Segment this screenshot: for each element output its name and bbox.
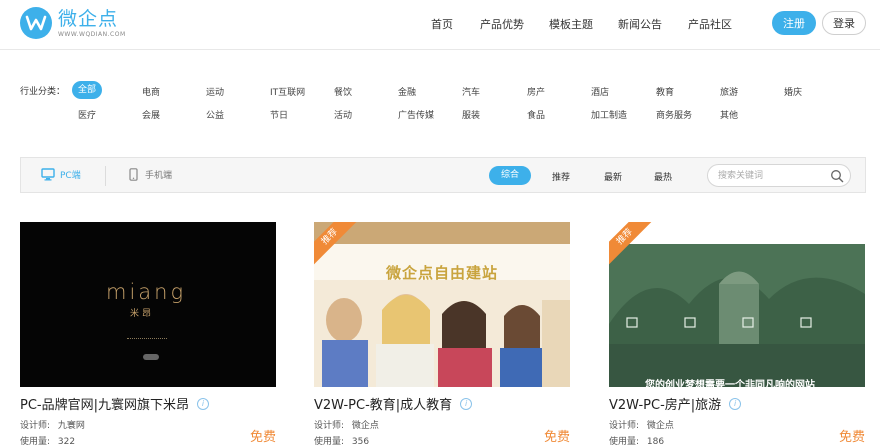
info-icon[interactable]: i xyxy=(197,397,209,410)
industry-tag[interactable]: 加工制造 xyxy=(591,108,627,121)
industry-tag[interactable]: 其他 xyxy=(720,108,738,121)
search-input[interactable] xyxy=(718,168,828,183)
industry-tag[interactable]: 商务服务 xyxy=(656,108,692,121)
sort-composite[interactable]: 综合 xyxy=(489,166,532,185)
industry-tag[interactable]: 公益 xyxy=(206,108,224,121)
usage-label: 使用量: xyxy=(20,437,51,447)
template-thumbnail[interactable]: miang 米昂 xyxy=(20,222,276,387)
template-thumbnail[interactable]: 微企点自由建站 推荐 xyxy=(314,222,570,387)
thumb-dot-line xyxy=(127,338,167,340)
register-button[interactable]: 注册 xyxy=(772,11,816,35)
device-tab-pc[interactable]: PC端 xyxy=(41,168,81,181)
thumb-headline: 您的创业梦想需要一个非同凡响的网站 xyxy=(645,380,815,387)
login-button[interactable]: 登录 xyxy=(822,11,866,35)
usage-count: 186 xyxy=(646,437,665,447)
industry-tag[interactable]: 活动 xyxy=(334,108,352,121)
designer-line: 设计师: 微企点 xyxy=(609,418,674,431)
monitor-icon xyxy=(41,168,55,181)
industry-tag[interactable]: 电商 xyxy=(142,85,160,98)
filter-bar: PC端 手机端 综合 推荐 最新 最热 xyxy=(20,157,866,193)
template-thumbnail[interactable]: 您的创业梦想需要一个非同凡响的网站 推荐 xyxy=(609,222,865,387)
designer-line: 设计师: 九寰网 xyxy=(20,418,85,431)
phone-icon xyxy=(129,168,138,181)
price-free: 免费 xyxy=(838,430,865,445)
industry-tag[interactable]: IT互联网 xyxy=(270,85,305,98)
industry-tag[interactable]: 房产 xyxy=(527,85,545,98)
sort-hottest[interactable]: 最热 xyxy=(654,170,672,183)
industry-tag[interactable]: 教育 xyxy=(656,85,674,98)
template-title[interactable]: PC-品牌官网|九寰网旗下米昂 xyxy=(20,394,189,413)
brand-logo[interactable]: 微企点 WWW.WQDIAN.COM xyxy=(20,7,126,39)
search-box xyxy=(707,164,851,187)
industry-tag[interactable]: 医疗 xyxy=(78,108,96,121)
industry-tag[interactable]: 金融 xyxy=(398,85,416,98)
nav-news[interactable]: 新闻公告 xyxy=(618,16,662,32)
price-free: 免费 xyxy=(543,430,570,445)
designer-name: 微企点 xyxy=(646,421,674,431)
industry-tag[interactable]: 服装 xyxy=(462,108,480,121)
search-icon[interactable] xyxy=(830,169,844,183)
industry-tag[interactable]: 广告传媒 xyxy=(398,108,434,121)
logo-name: 微企点 xyxy=(58,8,119,30)
thumb-garden-photo xyxy=(609,244,865,387)
thumb-logo-miang: miang xyxy=(106,280,187,304)
device-tab-mobile[interactable]: 手机端 xyxy=(129,168,172,181)
industry-tag[interactable]: 节日 xyxy=(270,108,288,121)
device-mobile-label: 手机端 xyxy=(145,171,173,181)
industry-tag[interactable]: 运动 xyxy=(206,85,224,98)
logo-domain: WWW.WQDIAN.COM xyxy=(58,31,126,38)
sort-recommended[interactable]: 推荐 xyxy=(552,170,570,183)
info-icon[interactable]: i xyxy=(460,397,473,410)
info-icon[interactable]: i xyxy=(729,397,742,410)
thumb-button xyxy=(143,354,159,360)
industry-tag[interactable]: 旅游 xyxy=(720,85,738,98)
industry-tag[interactable]: 餐饮 xyxy=(334,85,352,98)
designer-label: 设计师: xyxy=(20,421,51,431)
nav-home[interactable]: 首页 xyxy=(431,16,453,32)
industry-label: 行业分类： xyxy=(20,87,66,97)
nav-community[interactable]: 产品社区 xyxy=(688,16,732,32)
industry-tag[interactable]: 婚庆 xyxy=(784,85,802,98)
nav-product-advantages[interactable]: 产品优势 xyxy=(480,16,524,32)
sort-newest[interactable]: 最新 xyxy=(604,170,622,183)
designer-line: 设计师: 微企点 xyxy=(314,418,379,431)
template-title[interactable]: V2W-PC-教育|成人教育 xyxy=(314,394,452,413)
thumb-logo-cn: 米昂 xyxy=(130,309,155,319)
industry-tag[interactable]: 酒店 xyxy=(591,85,609,98)
nav-template-themes[interactable]: 模板主题 xyxy=(549,16,593,32)
designer-label: 设计师: xyxy=(609,421,640,431)
usage-count: 356 xyxy=(351,437,370,447)
designer-label: 设计师: xyxy=(314,421,345,431)
logo-w-icon xyxy=(20,7,52,39)
designer-name: 九寰网 xyxy=(57,421,85,431)
industry-tag-all[interactable]: 全部 xyxy=(72,81,103,99)
usage-label: 使用量: xyxy=(609,437,640,447)
usage-count: 322 xyxy=(57,437,76,447)
industry-tag[interactable]: 汽车 xyxy=(462,85,480,98)
thumb-people-photo xyxy=(314,280,570,387)
industry-tag[interactable]: 会展 xyxy=(142,108,160,121)
top-header: 微企点 WWW.WQDIAN.COM 首页 产品优势 模板主题 新闻公告 产品社… xyxy=(0,0,880,50)
usage-line: 使用量: 322 xyxy=(20,434,75,447)
price-free: 免费 xyxy=(249,430,276,445)
usage-line: 使用量: 186 xyxy=(609,434,664,447)
template-title[interactable]: V2W-PC-房产|旅游 xyxy=(609,394,721,413)
device-pc-label: PC端 xyxy=(60,171,81,181)
industry-tag[interactable]: 食品 xyxy=(527,108,545,121)
designer-name: 微企点 xyxy=(351,421,379,431)
usage-line: 使用量: 356 xyxy=(314,434,369,447)
usage-label: 使用量: xyxy=(314,437,345,447)
device-divider xyxy=(105,166,106,186)
